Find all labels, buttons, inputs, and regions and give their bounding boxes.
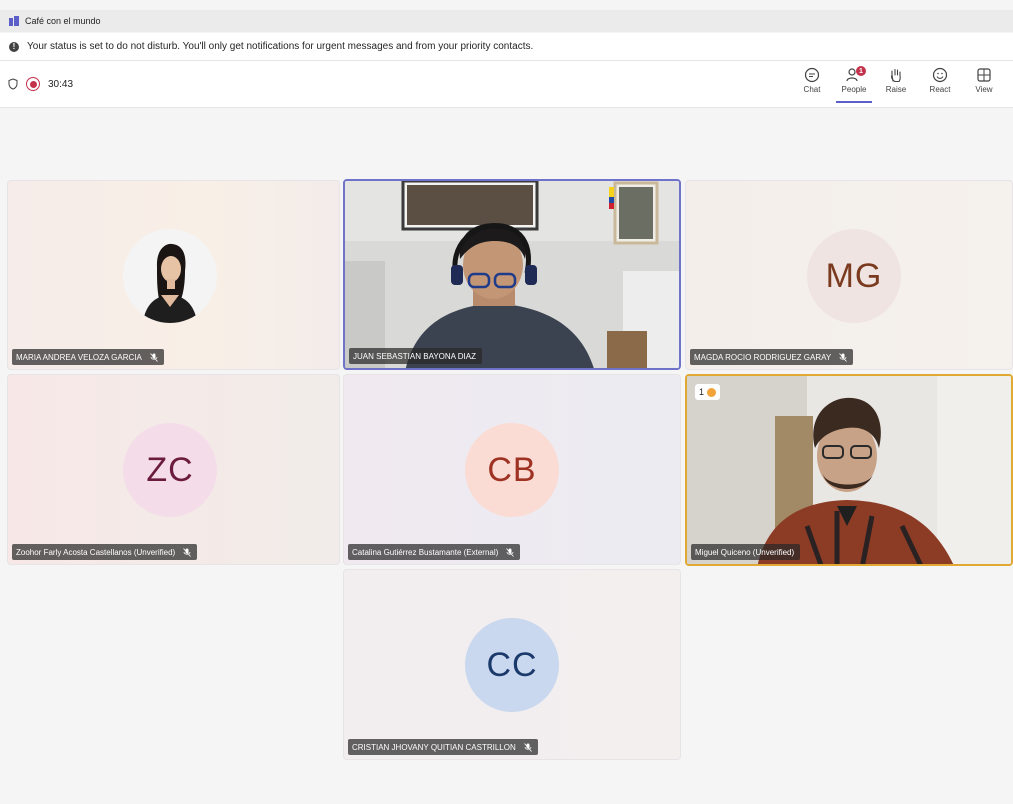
participant-tile[interactable]: MARIA ANDREA VELOZA GARCIA [7,180,340,370]
status-message: Your status is set to do not disturb. Yo… [27,41,534,52]
mic-off-icon [183,547,191,557]
people-button[interactable]: 1 People [836,66,872,103]
meeting-title: Café con el mundo [25,16,101,26]
react-label: React [929,85,951,94]
participant-name: JUAN SEBASTIAN BAYONA DIAZ [353,351,476,361]
participant-nameplate: MAGDA ROCIO RODRIGUEZ GARAY [690,349,854,365]
participant-nameplate: MARIA ANDREA VELOZA GARCIA [12,349,164,365]
meeting-timer: 30:43 [48,78,74,90]
participant-nameplate: CRISTIAN JHOVANY QUITIAN CASTRILLON [348,739,538,755]
participant-name: Zoohor Farly Acosta Castellanos (Unverif… [16,547,176,557]
title-bar: Café con el mundo [0,10,1013,32]
participant-tile[interactable]: CC CRISTIAN JHOVANY QUITIAN CASTRILLON [343,569,681,760]
view-label: View [975,85,993,94]
meeting-toolbar: 30:43 Chat 1 People Raise React View [0,61,1013,108]
participant-tile[interactable]: ZC Zoohor Farly Acosta Castellanos (Unve… [7,374,340,565]
view-icon [977,68,991,82]
teams-icon [9,16,19,26]
raise-hand-icon [707,387,717,397]
raise-hand-icon [891,68,901,83]
people-label: People [841,85,867,94]
mic-off-icon [506,547,515,557]
video-feed [687,376,1011,564]
react-icon [932,67,948,83]
participant-tile[interactable]: JUAN SEBASTIAN BAYONA DIAZ [343,179,681,370]
raise-button[interactable]: Raise [878,67,914,105]
participant-tile[interactable]: 1 Miguel Quiceno (Unverified) [685,374,1013,566]
view-button[interactable]: View [966,67,1002,105]
initials-avatar: ZC [123,423,217,517]
participant-nameplate: JUAN SEBASTIAN BAYONA DIAZ [349,348,482,364]
participant-name: MAGDA ROCIO RODRIGUEZ GARAY [694,352,832,362]
participant-nameplate: Miguel Quiceno (Unverified) [691,544,801,560]
participant-name: MARIA ANDREA VELOZA GARCIA [16,352,142,362]
profile-photo [123,229,217,323]
participant-tile[interactable]: MG MAGDA ROCIO RODRIGUEZ GARAY [685,180,1013,370]
info-icon: ! [9,41,19,52]
people-badge: 1 [856,66,866,76]
mic-off-icon [150,352,158,362]
raised-hand-indicator: 1 [695,384,721,400]
raise-label: Raise [885,85,907,94]
participant-tile[interactable]: CB Catalina Gutiérrez Bustamante (Extern… [343,374,681,565]
initials-avatar: CB [465,423,559,517]
chat-button[interactable]: Chat [794,67,830,105]
recording-icon [26,77,40,91]
participant-nameplate: Zoohor Farly Acosta Castellanos (Unverif… [12,544,198,560]
participant-name: Catalina Gutiérrez Bustamante (External) [352,547,499,557]
raised-hand-order: 1 [699,387,705,397]
status-banner: ! Your status is set to do not disturb. … [0,33,1013,61]
chat-icon [804,67,820,83]
participant-name: CRISTIAN JHOVANY QUITIAN CASTRILLON [352,742,516,752]
initials-avatar: CC [465,618,559,712]
video-feed [345,181,679,368]
participant-name: Miguel Quiceno (Unverified) [695,547,795,557]
initials-avatar: MG [807,229,901,323]
react-button[interactable]: React [922,67,958,105]
mic-off-icon [523,742,532,752]
chat-label: Chat [803,85,821,94]
shield-icon[interactable] [8,78,18,90]
mic-off-icon [839,352,848,362]
participant-nameplate: Catalina Gutiérrez Bustamante (External) [348,544,521,560]
